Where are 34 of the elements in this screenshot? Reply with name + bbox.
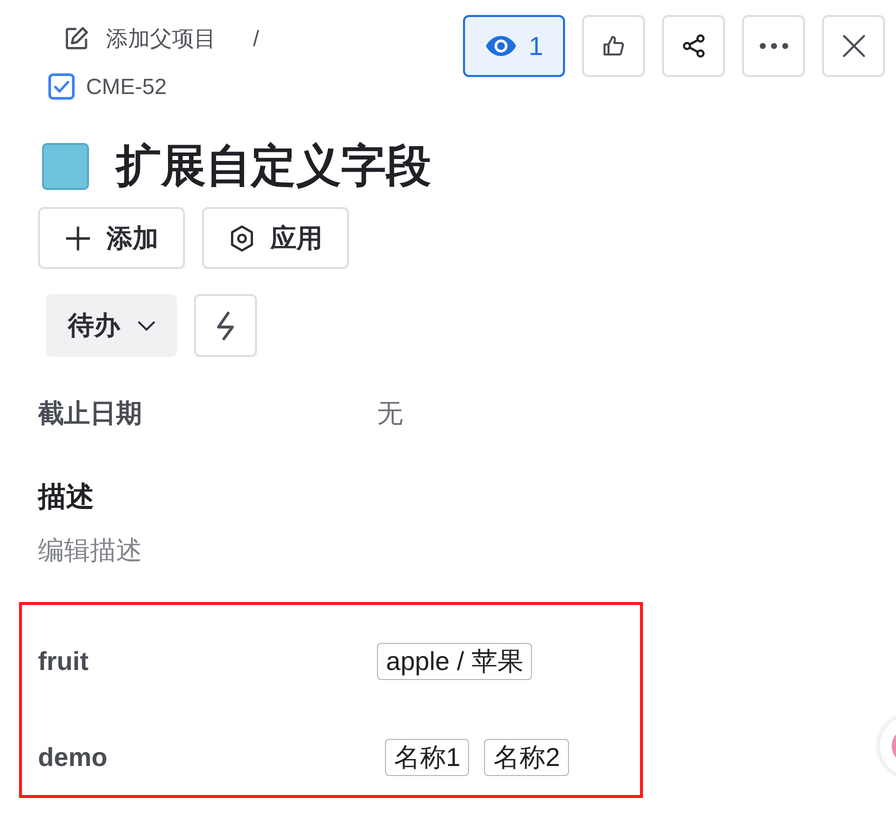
edit-description-link[interactable]: 编辑描述: [38, 532, 142, 568]
status-dropdown[interactable]: 待办: [46, 294, 177, 357]
issue-type-icon: [42, 142, 89, 190]
automation-button[interactable]: [194, 294, 257, 357]
share-icon: [682, 34, 706, 58]
value-tag: 名称2: [484, 738, 569, 776]
thumbs-up-icon: [602, 34, 626, 58]
share-button[interactable]: [662, 15, 725, 77]
checked-box-icon: [48, 73, 75, 100]
breadcrumb-separator: /: [253, 26, 260, 52]
watch-button[interactable]: 1: [463, 15, 565, 77]
value-tag: apple / 苹果: [377, 642, 532, 680]
chevron-down-icon: [138, 320, 155, 330]
field-value[interactable]: 无: [377, 396, 403, 430]
issue-title: 扩展自定义字段: [116, 139, 431, 193]
field-label: demo: [38, 742, 108, 772]
close-button[interactable]: [822, 15, 885, 77]
field-label: fruit: [38, 646, 90, 676]
description-heading: 描述: [38, 480, 94, 514]
more-icon: [758, 42, 788, 50]
add-parent-link[interactable]: 添加父项目: [63, 24, 216, 54]
value-tag: 名称1: [385, 738, 470, 776]
like-button[interactable]: [582, 15, 645, 77]
eye-icon: [484, 35, 517, 57]
add-button[interactable]: 添加: [38, 207, 185, 269]
issue-key-link[interactable]: CME-52: [86, 74, 167, 100]
close-icon: [842, 34, 866, 58]
plus-icon: [64, 224, 90, 252]
hexagon-icon: [228, 224, 254, 252]
lightning-icon: [214, 310, 236, 340]
field-label: 截止日期: [38, 396, 143, 430]
more-button[interactable]: [742, 15, 805, 77]
edit-icon: [63, 25, 90, 52]
apply-button[interactable]: 应用: [202, 207, 349, 269]
